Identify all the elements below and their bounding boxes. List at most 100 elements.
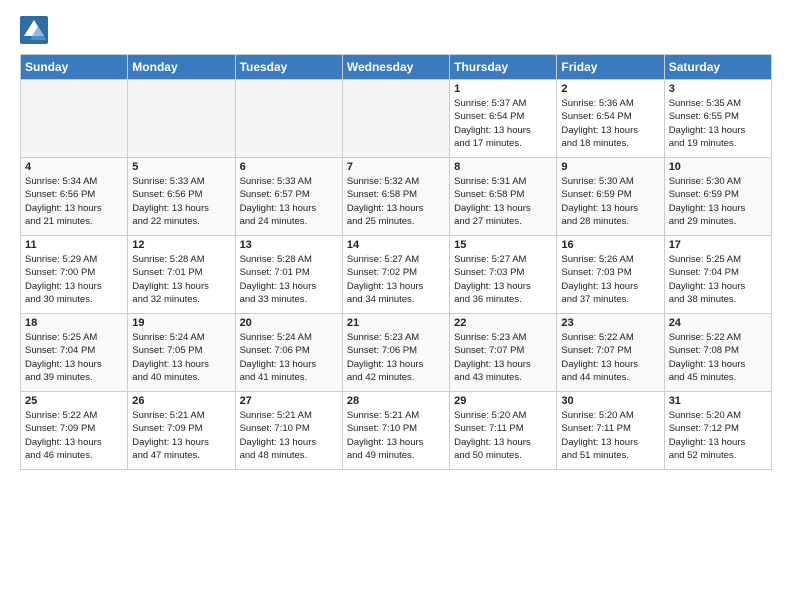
- day-cell: 15 Sunrise: 5:27 AM Sunset: 7:03 PM Dayli…: [450, 236, 557, 314]
- header-cell-thursday: Thursday: [450, 55, 557, 80]
- day-number: 29: [454, 395, 552, 407]
- day-info: Sunrise: 5:22 AM Sunset: 7:07 PM Dayligh…: [561, 331, 659, 384]
- day-info: Sunrise: 5:20 AM Sunset: 7:11 PM Dayligh…: [454, 409, 552, 462]
- day-cell: 17Sunrise: 5:25 AM Sunset: 7:04 PM Dayli…: [664, 236, 771, 314]
- day-number: 12: [132, 239, 230, 251]
- day-info: Sunrise: 5:28 AM Sunset: 7:01 PM Dayligh…: [240, 253, 338, 306]
- day-number: 31: [669, 395, 767, 407]
- day-cell: [128, 80, 235, 158]
- day-number: 9: [561, 161, 659, 173]
- day-info: Sunrise: 5:30 AM Sunset: 6:59 PM Dayligh…: [669, 175, 767, 228]
- day-info: Sunrise: 5:25 AM Sunset: 7:04 PM Dayligh…: [25, 331, 123, 384]
- logo: [20, 16, 52, 44]
- header-cell-wednesday: Wednesday: [342, 55, 449, 80]
- day-info: Sunrise: 5:27 AM Sunset: 7:03 PM Dayligh…: [454, 253, 552, 306]
- day-cell: 27 Sunrise: 5:21 AM Sunset: 7:10 PM Dayli…: [235, 392, 342, 470]
- day-cell: 6 Sunrise: 5:33 AM Sunset: 6:57 PM Daylig…: [235, 158, 342, 236]
- day-number: 19: [132, 317, 230, 329]
- day-number: 18: [25, 317, 123, 329]
- day-info: Sunrise: 5:21 AM Sunset: 7:10 PM Dayligh…: [347, 409, 445, 462]
- day-info: Sunrise: 5:21 AM Sunset: 7:10 PM Dayligh…: [240, 409, 338, 462]
- day-cell: 4Sunrise: 5:34 AM Sunset: 6:56 PM Daylig…: [21, 158, 128, 236]
- header-cell-sunday: Sunday: [21, 55, 128, 80]
- header-cell-saturday: Saturday: [664, 55, 771, 80]
- day-number: 14: [347, 239, 445, 251]
- day-number: 26: [132, 395, 230, 407]
- day-number: 25: [25, 395, 123, 407]
- day-cell: 28Sunrise: 5:21 AM Sunset: 7:10 PM Dayli…: [342, 392, 449, 470]
- day-cell: 29 Sunrise: 5:20 AM Sunset: 7:11 PM Dayli…: [450, 392, 557, 470]
- day-cell: 20 Sunrise: 5:24 AM Sunset: 7:06 PM Dayli…: [235, 314, 342, 392]
- day-number: 24: [669, 317, 767, 329]
- day-info: Sunrise: 5:27 AM Sunset: 7:02 PM Dayligh…: [347, 253, 445, 306]
- day-number: 2: [561, 83, 659, 95]
- day-number: 5: [132, 161, 230, 173]
- day-number: 27: [240, 395, 338, 407]
- day-cell: 11Sunrise: 5:29 AM Sunset: 7:00 PM Dayli…: [21, 236, 128, 314]
- day-cell: 7Sunrise: 5:32 AM Sunset: 6:58 PM Daylig…: [342, 158, 449, 236]
- day-cell: [21, 80, 128, 158]
- day-cell: 21Sunrise: 5:23 AM Sunset: 7:06 PM Dayli…: [342, 314, 449, 392]
- day-number: 3: [669, 83, 767, 95]
- day-cell: 2 Sunrise: 5:36 AM Sunset: 6:54 PM Daylig…: [557, 80, 664, 158]
- day-number: 16: [561, 239, 659, 251]
- day-number: 30: [561, 395, 659, 407]
- header: [20, 16, 772, 44]
- day-number: 20: [240, 317, 338, 329]
- day-number: 7: [347, 161, 445, 173]
- day-number: 11: [25, 239, 123, 251]
- day-number: 21: [347, 317, 445, 329]
- day-cell: 1 Sunrise: 5:37 AM Sunset: 6:54 PM Daylig…: [450, 80, 557, 158]
- day-cell: 26 Sunrise: 5:21 AM Sunset: 7:09 PM Dayli…: [128, 392, 235, 470]
- day-info: Sunrise: 5:28 AM Sunset: 7:01 PM Dayligh…: [132, 253, 230, 306]
- calendar-container: SundayMondayTuesdayWednesdayThursdayFrid…: [0, 0, 792, 480]
- day-cell: 24 Sunrise: 5:22 AM Sunset: 7:08 PM Dayli…: [664, 314, 771, 392]
- day-cell: 18 Sunrise: 5:25 AM Sunset: 7:04 PM Dayli…: [21, 314, 128, 392]
- day-number: 1: [454, 83, 552, 95]
- day-info: Sunrise: 5:36 AM Sunset: 6:54 PM Dayligh…: [561, 97, 659, 150]
- day-cell: 14 Sunrise: 5:27 AM Sunset: 7:02 PM Dayli…: [342, 236, 449, 314]
- week-row-2: 4Sunrise: 5:34 AM Sunset: 6:56 PM Daylig…: [21, 158, 772, 236]
- calendar-header: SundayMondayTuesdayWednesdayThursdayFrid…: [21, 55, 772, 80]
- day-info: Sunrise: 5:35 AM Sunset: 6:55 PM Dayligh…: [669, 97, 767, 150]
- day-cell: 10 Sunrise: 5:30 AM Sunset: 6:59 PM Dayli…: [664, 158, 771, 236]
- day-cell: 3 Sunrise: 5:35 AM Sunset: 6:55 PM Daylig…: [664, 80, 771, 158]
- day-info: Sunrise: 5:21 AM Sunset: 7:09 PM Dayligh…: [132, 409, 230, 462]
- day-number: 8: [454, 161, 552, 173]
- day-number: 6: [240, 161, 338, 173]
- day-number: 13: [240, 239, 338, 251]
- day-cell: 12 Sunrise: 5:28 AM Sunset: 7:01 PM Dayli…: [128, 236, 235, 314]
- day-info: Sunrise: 5:37 AM Sunset: 6:54 PM Dayligh…: [454, 97, 552, 150]
- day-cell: 23 Sunrise: 5:22 AM Sunset: 7:07 PM Dayli…: [557, 314, 664, 392]
- day-cell: 5 Sunrise: 5:33 AM Sunset: 6:56 PM Daylig…: [128, 158, 235, 236]
- day-info: Sunrise: 5:20 AM Sunset: 7:11 PM Dayligh…: [561, 409, 659, 462]
- week-row-3: 11Sunrise: 5:29 AM Sunset: 7:00 PM Dayli…: [21, 236, 772, 314]
- day-number: 10: [669, 161, 767, 173]
- day-info: Sunrise: 5:22 AM Sunset: 7:08 PM Dayligh…: [669, 331, 767, 384]
- day-info: Sunrise: 5:24 AM Sunset: 7:06 PM Dayligh…: [240, 331, 338, 384]
- day-info: Sunrise: 5:34 AM Sunset: 6:56 PM Dayligh…: [25, 175, 123, 228]
- day-info: Sunrise: 5:31 AM Sunset: 6:58 PM Dayligh…: [454, 175, 552, 228]
- day-cell: 19 Sunrise: 5:24 AM Sunset: 7:05 PM Dayli…: [128, 314, 235, 392]
- header-cell-monday: Monday: [128, 55, 235, 80]
- day-info: Sunrise: 5:25 AM Sunset: 7:04 PM Dayligh…: [669, 253, 767, 306]
- day-info: Sunrise: 5:33 AM Sunset: 6:56 PM Dayligh…: [132, 175, 230, 228]
- header-row: SundayMondayTuesdayWednesdayThursdayFrid…: [21, 55, 772, 80]
- day-info: Sunrise: 5:23 AM Sunset: 7:07 PM Dayligh…: [454, 331, 552, 384]
- day-number: 23: [561, 317, 659, 329]
- day-cell: [235, 80, 342, 158]
- day-number: 15: [454, 239, 552, 251]
- day-cell: 13 Sunrise: 5:28 AM Sunset: 7:01 PM Dayli…: [235, 236, 342, 314]
- day-cell: 22 Sunrise: 5:23 AM Sunset: 7:07 PM Dayli…: [450, 314, 557, 392]
- day-info: Sunrise: 5:30 AM Sunset: 6:59 PM Dayligh…: [561, 175, 659, 228]
- calendar-body: 1 Sunrise: 5:37 AM Sunset: 6:54 PM Daylig…: [21, 80, 772, 470]
- day-info: Sunrise: 5:33 AM Sunset: 6:57 PM Dayligh…: [240, 175, 338, 228]
- day-cell: [342, 80, 449, 158]
- day-info: Sunrise: 5:24 AM Sunset: 7:05 PM Dayligh…: [132, 331, 230, 384]
- day-cell: 31Sunrise: 5:20 AM Sunset: 7:12 PM Dayli…: [664, 392, 771, 470]
- week-row-1: 1 Sunrise: 5:37 AM Sunset: 6:54 PM Daylig…: [21, 80, 772, 158]
- logo-icon: [20, 16, 48, 44]
- week-row-4: 18 Sunrise: 5:25 AM Sunset: 7:04 PM Dayli…: [21, 314, 772, 392]
- day-cell: 9 Sunrise: 5:30 AM Sunset: 6:59 PM Daylig…: [557, 158, 664, 236]
- day-number: 22: [454, 317, 552, 329]
